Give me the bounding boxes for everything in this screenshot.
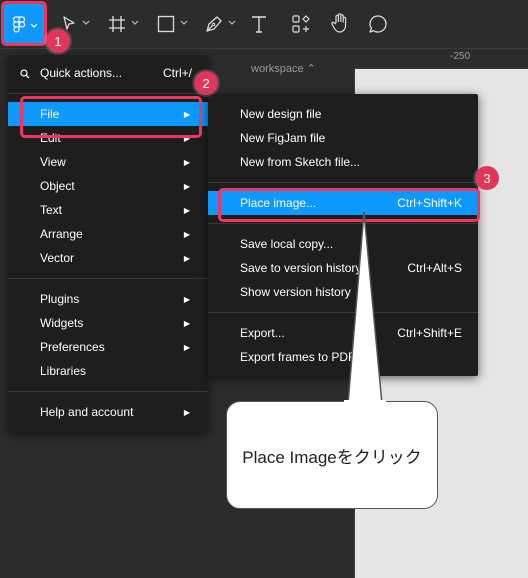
callout-text: Place Imageをクリック bbox=[242, 447, 422, 467]
callout-joint bbox=[344, 400, 386, 404]
callout-bubble: Place Imageをクリック bbox=[226, 401, 438, 509]
